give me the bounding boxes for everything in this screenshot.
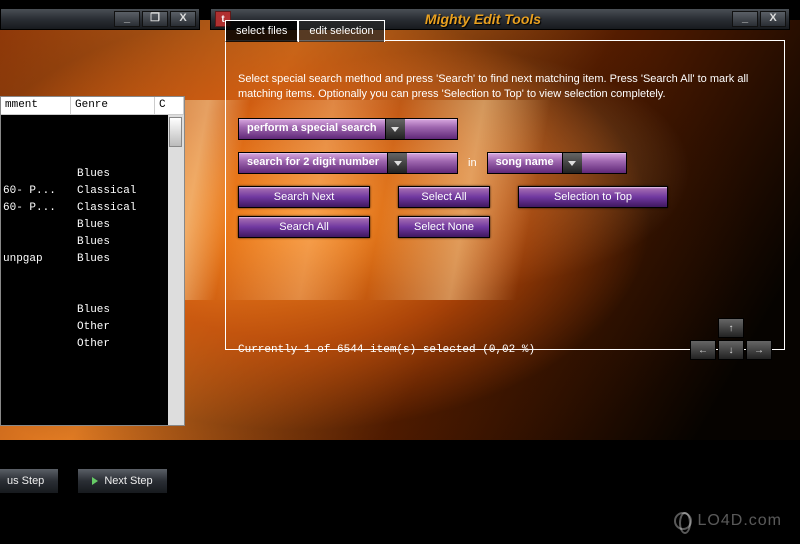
method-dropdown[interactable]: perform a special search (238, 118, 458, 140)
chevron-down-icon (385, 119, 405, 139)
table-row[interactable]: [ (1, 115, 184, 132)
scrollbar[interactable] (168, 115, 184, 425)
cell-genre: Blues (75, 302, 165, 319)
cell-comment (1, 319, 75, 336)
cell-comment: unpgap (1, 251, 75, 268)
globe-icon (674, 512, 692, 530)
table-row[interactable]: Blues (1, 302, 184, 319)
search-next-button[interactable]: Search Next (238, 186, 370, 208)
cell-genre (75, 285, 165, 302)
table-row[interactable] (1, 285, 184, 302)
watermark: LO4D.com (674, 512, 782, 530)
nav-arrows: ↑ ← ↓ → (690, 318, 772, 360)
table-row[interactable]: Blues (1, 234, 184, 251)
cell-genre (75, 149, 165, 166)
chevron-down-icon (387, 153, 407, 173)
cell-comment (1, 285, 75, 302)
cell-genre: Blues (75, 166, 165, 183)
col-c[interactable]: C (155, 97, 184, 114)
left-close-button[interactable]: X (170, 11, 196, 27)
cell-comment: 60- P... (1, 183, 75, 200)
pattern-dropdown[interactable]: search for 2 digit number (238, 152, 458, 174)
left-window-titlebar: _ ❐ X (0, 8, 200, 30)
next-step-button[interactable]: Next Step (77, 468, 167, 494)
tab-select-files[interactable]: select files (225, 20, 298, 42)
cell-comment (1, 166, 75, 183)
search-all-button[interactable]: Search All (238, 216, 370, 238)
select-none-button[interactable]: Select None (398, 216, 490, 238)
arrow-right-icon (92, 477, 98, 485)
cell-comment (1, 234, 75, 251)
pattern-dropdown-label: search for 2 digit number (239, 153, 387, 173)
cell-genre (75, 132, 165, 149)
cell-genre: Classical (75, 183, 165, 200)
prev-step-label: us Step (7, 475, 44, 487)
main-min-button[interactable]: _ (732, 11, 758, 27)
cell-genre (75, 268, 165, 285)
table-row[interactable]: Other (1, 319, 184, 336)
next-step-label: Next Step (104, 475, 152, 487)
table-row[interactable]: 60- P...Classical (1, 200, 184, 217)
cell-comment: 60- P... (1, 200, 75, 217)
cell-genre: Blues (75, 234, 165, 251)
cell-genre: Blues (75, 217, 165, 234)
method-dropdown-label: perform a special search (239, 119, 385, 139)
table-row[interactable]: Blues (1, 217, 184, 234)
scrollbar-thumb[interactable] (169, 117, 182, 147)
step-bar: us Step Next Step (0, 468, 168, 494)
table-row[interactable] (1, 268, 184, 285)
cell-comment (1, 336, 75, 353)
cell-comment (1, 268, 75, 285)
table-body: [[Blues60- P...Classical60- P...Classica… (1, 115, 184, 425)
nav-up-button[interactable]: ↑ (718, 318, 744, 338)
nav-right-button[interactable]: → (746, 340, 772, 360)
col-genre[interactable]: Genre (71, 97, 155, 114)
nav-left-button[interactable]: ← (690, 340, 716, 360)
cell-genre: Classical (75, 200, 165, 217)
cell-comment (1, 302, 75, 319)
left-min-button[interactable]: _ (114, 11, 140, 27)
panel-area: select files edit selection Select speci… (225, 40, 785, 350)
prev-step-button[interactable]: us Step (0, 468, 59, 494)
cell-genre: Other (75, 336, 165, 353)
cell-genre: Blues (75, 251, 165, 268)
status-text: Currently 1 of 6544 item(s) selected (0,… (238, 344, 535, 356)
table-row[interactable] (1, 149, 184, 166)
col-comment[interactable]: mment (1, 97, 71, 114)
main-close-button[interactable]: X (760, 11, 786, 27)
watermark-text: LO4D.com (698, 512, 782, 530)
in-label: in (468, 157, 477, 169)
table-header: mment Genre C (1, 97, 184, 115)
table-row[interactable]: unpgapBlues (1, 251, 184, 268)
chevron-down-icon (562, 153, 582, 173)
cell-genre: Other (75, 319, 165, 336)
cell-comment (1, 115, 75, 132)
left-table-window: mment Genre C [[Blues60- P...Classical60… (0, 96, 185, 426)
table-row[interactable]: [ (1, 132, 184, 149)
cell-comment (1, 149, 75, 166)
table-row[interactable]: Blues (1, 166, 184, 183)
table-row[interactable]: 60- P...Classical (1, 183, 184, 200)
field-dropdown-label: song name (488, 153, 562, 173)
table-row[interactable]: Other (1, 336, 184, 353)
tab-edit-selection[interactable]: edit selection (298, 20, 384, 42)
cell-comment (1, 217, 75, 234)
tabs: select files edit selection (226, 40, 784, 62)
select-all-button[interactable]: Select All (398, 186, 490, 208)
help-text: Select special search method and press '… (238, 72, 772, 102)
nav-down-button[interactable]: ↓ (718, 340, 744, 360)
cell-comment (1, 132, 75, 149)
cell-genre (75, 115, 165, 132)
selection-to-top-button[interactable]: Selection to Top (518, 186, 668, 208)
left-max-button[interactable]: ❐ (142, 11, 168, 27)
field-dropdown[interactable]: song name (487, 152, 627, 174)
